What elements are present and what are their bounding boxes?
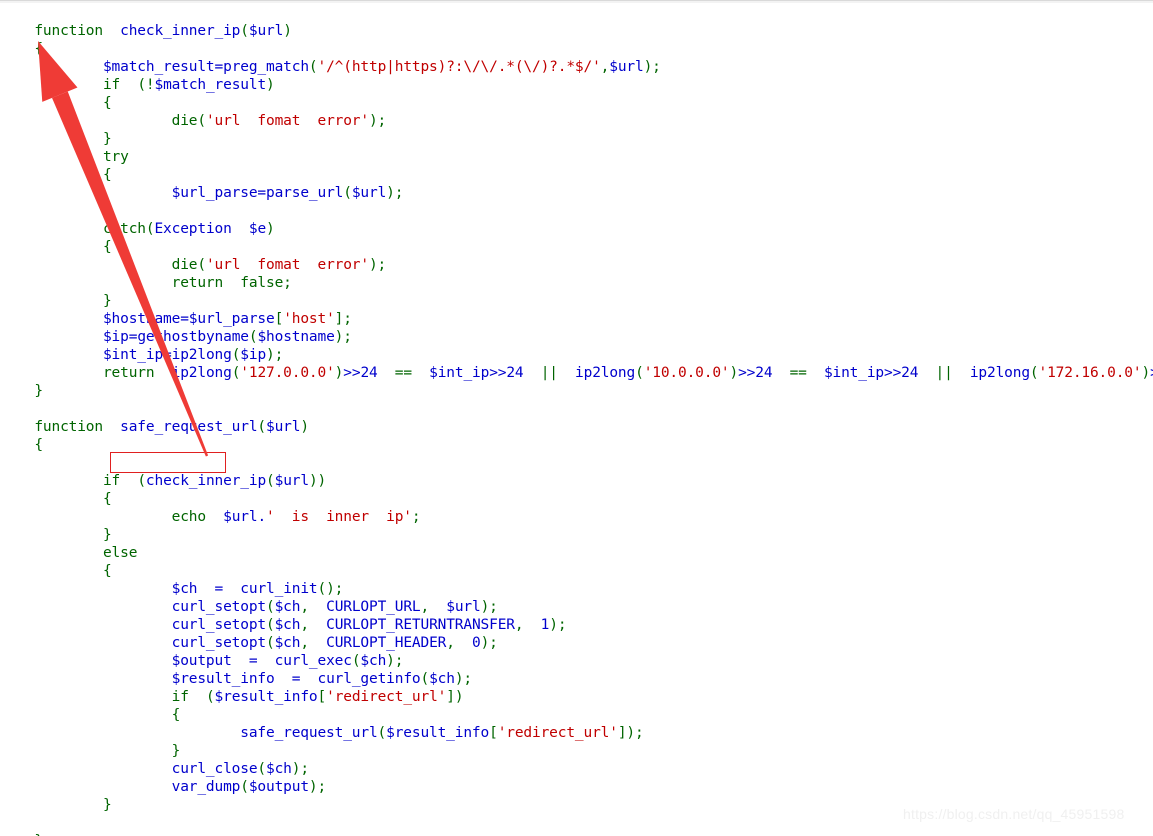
code-line: } [102,797,112,813]
code-line: { [102,167,112,183]
code-line: curl_setopt($ch, CURLOPT_URL, $url); [171,599,498,615]
code-line: $output = curl_exec($ch); [171,653,404,669]
code-line: $match_result=preg_match('/^(http|https)… [102,59,661,75]
code-line: else [102,545,138,561]
code-line: die('url fomat error'); [171,113,387,129]
code-line: } [102,131,112,147]
code-line: } [102,293,112,309]
code-line: $ch = curl_init(); [171,581,344,597]
code-line: } [0,814,43,836]
code-line: function safe_request_url($url) [34,419,309,435]
code-line: catch(Exception $e) [102,221,275,237]
code-line: if (check_inner_ip($url)) [102,473,327,489]
code-line: { [34,41,43,57]
code-line: try [102,149,129,165]
code-line: $result_info = curl_getinfo($ch); [171,671,473,687]
code-line: if ($result_info['redirect_url']) [171,689,464,705]
code-line: curl_setopt($ch, CURLOPT_RETURNTRANSFER,… [171,617,567,633]
code-line: var_dump($output); [171,779,327,795]
code-line: $ip=gethostbyname($hostname); [102,329,352,345]
code-line: $url_parse=parse_url($url); [171,185,404,201]
code-line: safe_request_url($result_info['redirect_… [240,725,644,741]
code-line: if (!$match_result) [102,77,275,93]
code-line: $hostname=$url_parse['host']; [102,311,352,327]
code-line: } [34,383,43,399]
code-line: echo $url.' is inner ip'; [171,509,421,525]
code-line: { [34,437,43,453]
code-line: } [171,743,181,759]
code-line: $int_ip=ip2long($ip); [102,347,284,363]
code-line: { [102,95,112,111]
code-line: { [102,239,112,255]
code-line: { [102,563,112,579]
code-line: return false; [171,275,292,291]
code-line: return ip2long('127.0.0.0')>>24 == $int_… [102,365,1153,381]
code-line: die('url fomat error'); [171,257,387,273]
site-watermark: https://blog.csdn.net/qq_45951598 [903,806,1125,822]
code-line: { [102,491,112,507]
code-line: } [102,527,112,543]
highlighted-function-call: check_inner_ip [145,473,267,489]
code-line: { [171,707,181,723]
code-line: curl_setopt($ch, CURLOPT_HEADER, 0); [171,635,498,651]
code-line: curl_close($ch); [171,761,309,777]
code-line: } [102,203,112,219]
code-line: function check_inner_ip($url) [34,23,292,39]
code-viewport[interactable]: function check_inner_ip($url) { $match_r… [0,0,1153,836]
